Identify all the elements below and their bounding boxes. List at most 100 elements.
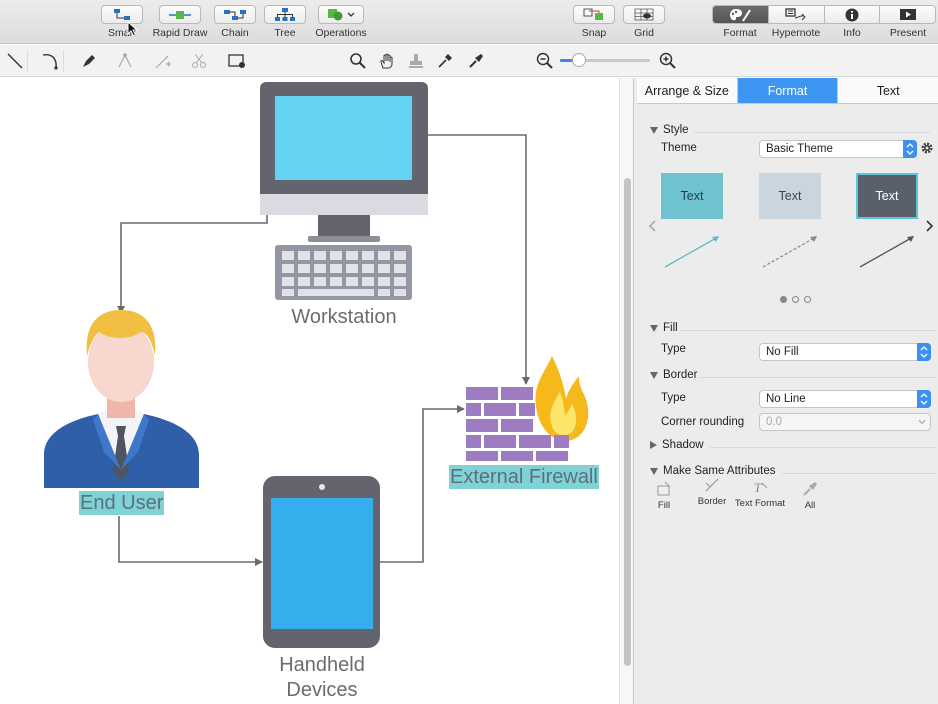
shadow-section-header[interactable]: Shadow — [650, 439, 704, 451]
corner-rounding-select: 0.0 — [759, 413, 931, 431]
border-type-select[interactable]: No Line — [759, 390, 931, 408]
same-text-format-button[interactable]: T Text Format — [734, 478, 786, 509]
connector-workstation-firewall[interactable] — [428, 134, 530, 385]
straight-line-icon — [7, 53, 22, 69]
scissors-tool[interactable] — [186, 50, 212, 72]
info-segment[interactable] — [825, 6, 881, 23]
handheld-shape[interactable] — [263, 476, 380, 648]
mouse-cursor-icon — [127, 21, 139, 37]
border-type-label: Type — [661, 392, 686, 404]
border-section-header[interactable]: Border — [650, 369, 698, 381]
page-dot-3[interactable] — [804, 296, 811, 303]
corner-rounding-label: Corner rounding — [661, 416, 745, 428]
same-fill-label: Fill — [657, 500, 671, 511]
same-border-button[interactable]: Border — [686, 476, 738, 507]
make-same-divider — [782, 473, 936, 474]
grid-label: Grid — [634, 27, 654, 39]
format-painter-icon — [469, 54, 483, 68]
connector-style-1[interactable] — [661, 233, 721, 271]
chain-label: Chain — [221, 27, 249, 39]
swatch-page-indicator[interactable] — [780, 296, 811, 303]
tab-text[interactable]: Text — [838, 78, 938, 103]
curve-tool[interactable] — [38, 50, 64, 72]
style-swatch-3[interactable]: Text — [856, 173, 918, 219]
disclosure-open-icon — [650, 324, 658, 332]
same-fill-button[interactable]: Fill — [638, 480, 690, 511]
theme-select[interactable]: Basic Theme — [759, 140, 917, 158]
shape-attach-tool[interactable] — [224, 50, 250, 72]
zoom-in-button[interactable] — [655, 50, 681, 72]
style-section-header[interactable]: Style — [650, 124, 689, 136]
zoom-in-icon — [659, 52, 676, 69]
stamp-tool[interactable] — [403, 50, 429, 72]
shadow-section-title: Shadow — [662, 439, 704, 451]
swatch-3-text: Text — [875, 189, 899, 203]
firewall-label[interactable]: External Firewall — [449, 465, 599, 489]
workstation-label: Workstation — [291, 306, 397, 328]
line-tool[interactable] — [2, 50, 28, 72]
end-user-shape[interactable] — [44, 310, 199, 488]
select-stepper-icon — [903, 140, 917, 158]
zoom-out-button[interactable] — [532, 50, 558, 72]
page-dot-1[interactable] — [780, 296, 787, 303]
canvas-scroll-thumb[interactable] — [624, 178, 631, 666]
connector-style-3[interactable] — [856, 233, 916, 271]
info-icon — [845, 8, 859, 21]
gear-icon[interactable] — [920, 141, 934, 155]
add-node-icon — [155, 55, 171, 69]
border-type-value: No Line — [766, 393, 806, 405]
shape-attach-icon — [228, 54, 245, 68]
scissors-icon — [192, 53, 206, 68]
snap-tool[interactable]: Snap — [572, 5, 616, 39]
pan-tool[interactable] — [374, 50, 400, 72]
end-user-label[interactable]: End User — [79, 491, 165, 515]
magnifier-icon — [350, 53, 366, 69]
operations-tool[interactable]: Operations — [314, 5, 368, 39]
chain-tool[interactable]: Chain — [214, 5, 256, 39]
inspector-tabs: Arrange & Size Format Text — [637, 78, 938, 104]
page-dot-2[interactable] — [792, 296, 799, 303]
rapid-draw-tool[interactable]: Rapid Draw — [152, 5, 208, 39]
style-swatch-1[interactable]: Text — [661, 173, 723, 219]
zoom-slider-knob[interactable] — [572, 53, 586, 67]
diagram-canvas[interactable]: Workstation End User External Firewall H… — [0, 78, 618, 704]
disclosure-open-icon — [650, 467, 658, 475]
present-segment[interactable] — [880, 6, 935, 23]
tree-icon — [264, 5, 306, 24]
fill-type-select[interactable]: No Fill — [759, 343, 931, 361]
connector-user-handheld[interactable] — [118, 516, 263, 566]
zoom-tool[interactable] — [345, 50, 371, 72]
style-section-title: Style — [663, 124, 689, 136]
operations-label: Operations — [315, 27, 367, 39]
canvas-vertical-scrollbar[interactable] — [619, 78, 633, 704]
connector-workstation-user[interactable] — [117, 145, 268, 314]
format-label: Format — [723, 27, 757, 39]
add-node-tool[interactable] — [150, 50, 176, 72]
fill-section-header[interactable]: Fill — [650, 322, 678, 334]
pen-tool[interactable] — [76, 50, 102, 72]
tab-format[interactable]: Format — [737, 78, 839, 103]
eyedropper-tool[interactable] — [432, 50, 458, 72]
zoom-slider[interactable] — [560, 53, 650, 67]
corner-rounding-value: 0.0 — [766, 416, 782, 428]
tab-arrange-size[interactable]: Arrange & Size — [637, 78, 738, 103]
present-icon — [899, 9, 916, 20]
handheld-label-line1: Handheld — [279, 654, 365, 676]
node-edit-tool[interactable] — [112, 50, 138, 72]
firewall-shape[interactable] — [466, 356, 589, 461]
format-segment[interactable] — [713, 6, 769, 23]
tree-tool[interactable]: Tree — [264, 5, 306, 39]
border-attr-icon — [705, 478, 719, 492]
format-painter-tool[interactable] — [463, 50, 489, 72]
chevron-right-icon[interactable] — [924, 220, 934, 232]
connector-style-2[interactable] — [759, 233, 819, 271]
theme-label: Theme — [661, 142, 697, 154]
select-stepper-icon — [917, 343, 931, 361]
grid-tool[interactable]: Grid — [622, 5, 666, 39]
workstation-shape[interactable] — [260, 82, 428, 300]
chevron-left-icon[interactable] — [648, 220, 658, 232]
style-swatch-2[interactable]: Text — [759, 173, 821, 219]
swatch-2-text: Text — [778, 189, 802, 203]
hypernote-segment[interactable] — [769, 6, 825, 23]
same-all-button[interactable]: All — [784, 480, 836, 511]
